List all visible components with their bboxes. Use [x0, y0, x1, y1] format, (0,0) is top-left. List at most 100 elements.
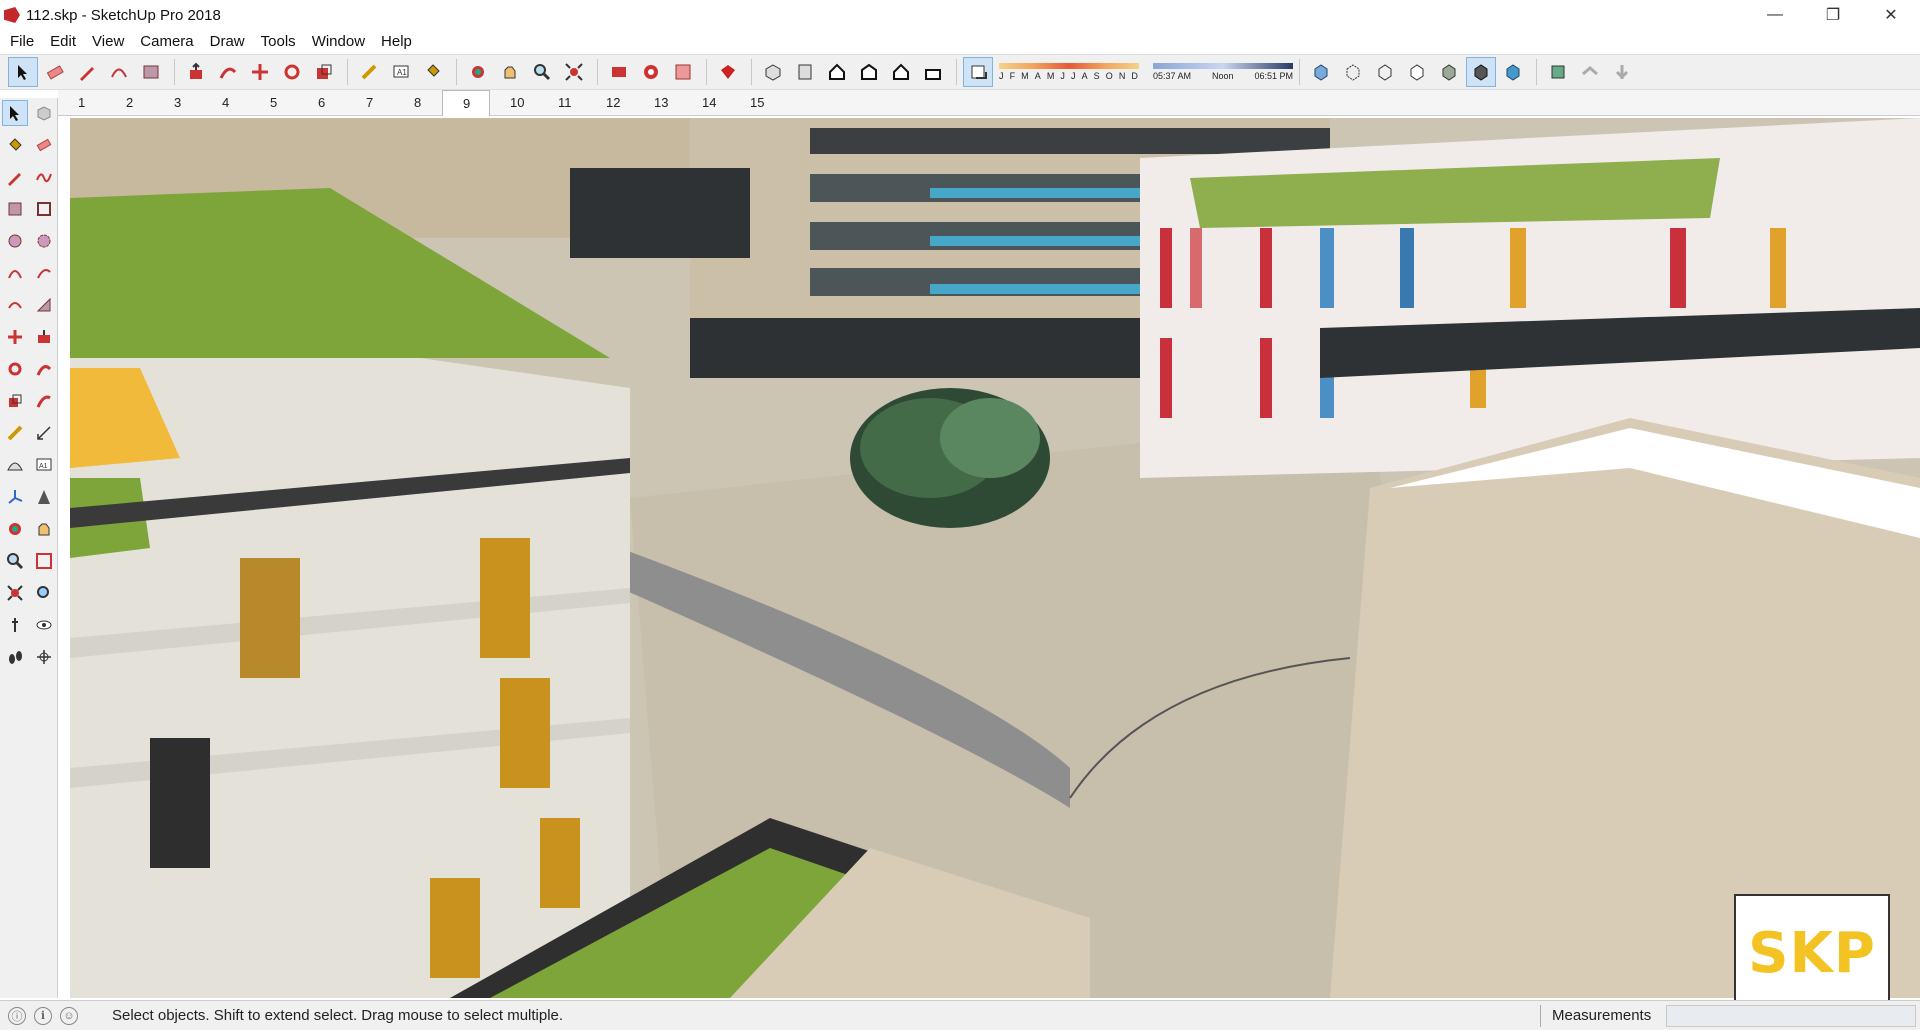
offset-icon[interactable]	[31, 388, 57, 414]
orbit-icon[interactable]	[2, 516, 28, 542]
scene-tab-2[interactable]: 2	[106, 95, 154, 110]
pie-icon[interactable]	[31, 292, 57, 318]
left-view-icon[interactable]	[918, 57, 948, 87]
scene-tab-4[interactable]: 4	[202, 95, 250, 110]
position-camera-icon[interactable]	[2, 612, 28, 638]
monochrome-icon[interactable]	[1498, 57, 1528, 87]
paint-bucket-icon[interactable]	[2, 132, 28, 158]
move-icon[interactable]	[245, 57, 275, 87]
pan-icon[interactable]	[495, 57, 525, 87]
scene-tab-5[interactable]: 5	[250, 95, 298, 110]
menu-draw[interactable]: Draw	[202, 33, 253, 50]
3point-arc-icon[interactable]	[2, 292, 28, 318]
polygon-icon[interactable]	[31, 228, 57, 254]
model-viewport[interactable]	[70, 118, 1920, 998]
tape-measure-icon[interactable]	[354, 57, 384, 87]
rotate-icon[interactable]	[277, 57, 307, 87]
menu-camera[interactable]: Camera	[132, 33, 201, 50]
ruby-icon[interactable]	[713, 57, 743, 87]
credits-icon[interactable]: ℹ	[34, 1006, 52, 1025]
freehand-icon[interactable]	[31, 164, 57, 190]
zoom-extents-icon[interactable]	[559, 57, 589, 87]
move-icon[interactable]	[2, 324, 28, 350]
rectangle-icon[interactable]	[136, 57, 166, 87]
restore-icon[interactable]: ❐	[1804, 0, 1862, 30]
select-icon[interactable]	[2, 100, 28, 126]
scene-tab-11[interactable]: 11	[538, 95, 586, 110]
text-icon[interactable]: A1	[31, 452, 57, 478]
shadow-date-slider[interactable]: J F M A M J J A S O N D	[999, 57, 1139, 87]
push-pull-icon[interactable]	[181, 57, 211, 87]
close-icon[interactable]: ✕	[1862, 0, 1920, 30]
protractor-icon[interactable]	[2, 452, 28, 478]
scene-tab-7[interactable]: 7	[346, 95, 394, 110]
section-plane-icon[interactable]	[1543, 57, 1573, 87]
shadows-toggle-icon[interactable]	[963, 57, 993, 87]
shaded-textures-icon[interactable]	[1466, 57, 1496, 87]
menu-view[interactable]: View	[84, 33, 132, 50]
xray-icon[interactable]	[1306, 57, 1336, 87]
minimize-icon[interactable]: —	[1746, 0, 1804, 30]
back-edges-icon[interactable]	[1338, 57, 1368, 87]
section-cut-icon[interactable]	[1607, 57, 1637, 87]
rotated-rectangle-icon[interactable]	[31, 196, 57, 222]
measurements-input[interactable]	[1666, 1005, 1916, 1027]
2point-arc-icon[interactable]	[31, 260, 57, 286]
user-account-icon[interactable]: ☺	[60, 1006, 78, 1025]
select-icon[interactable]	[8, 57, 38, 87]
section-display-icon[interactable]	[1575, 57, 1605, 87]
section-plane-icon[interactable]	[31, 644, 57, 670]
scene-tab-8[interactable]: 8	[394, 95, 442, 110]
menu-window[interactable]: Window	[304, 33, 373, 50]
scene-tab-14[interactable]: 14	[682, 95, 730, 110]
3d-warehouse-icon[interactable]	[604, 57, 634, 87]
walk-icon[interactable]	[2, 644, 28, 670]
look-around-icon[interactable]	[31, 612, 57, 638]
scene-tab-6[interactable]: 6	[298, 95, 346, 110]
front-view-icon[interactable]	[822, 57, 852, 87]
wireframe-icon[interactable]	[1370, 57, 1400, 87]
geo-location-icon[interactable]: ⓘ	[8, 1006, 26, 1025]
scene-tab-10[interactable]: 10	[490, 95, 538, 110]
extension-warehouse-icon[interactable]	[636, 57, 666, 87]
eraser-icon[interactable]	[40, 57, 70, 87]
text-icon[interactable]: A1	[386, 57, 416, 87]
scene-tab-3[interactable]: 3	[154, 95, 202, 110]
shadow-time-slider[interactable]: 05:37 AM Noon 06:51 PM	[1153, 57, 1293, 87]
zoom-icon[interactable]	[2, 548, 28, 574]
top-view-icon[interactable]	[790, 57, 820, 87]
menu-edit[interactable]: Edit	[42, 33, 84, 50]
rectangle-icon[interactable]	[2, 196, 28, 222]
tape-measure-icon[interactable]	[2, 420, 28, 446]
paint-bucket-icon[interactable]	[418, 57, 448, 87]
menu-tools[interactable]: Tools	[253, 33, 304, 50]
pan-icon[interactable]	[31, 516, 57, 542]
scene-tab-13[interactable]: 13	[634, 95, 682, 110]
follow-me-icon[interactable]	[213, 57, 243, 87]
right-view-icon[interactable]	[854, 57, 884, 87]
axes-icon[interactable]	[2, 484, 28, 510]
3d-text-icon[interactable]	[31, 484, 57, 510]
follow-me-icon[interactable]	[31, 356, 57, 382]
back-view-icon[interactable]	[886, 57, 916, 87]
pencil-icon[interactable]	[2, 164, 28, 190]
zoom-extents-icon[interactable]	[2, 580, 28, 606]
iso-view-icon[interactable]	[758, 57, 788, 87]
scene-tab-9[interactable]: 9	[442, 89, 490, 116]
hidden-line-icon[interactable]	[1402, 57, 1432, 87]
scene-tab-1[interactable]: 1	[58, 95, 106, 110]
scene-tab-12[interactable]: 12	[586, 95, 634, 110]
shaded-icon[interactable]	[1434, 57, 1464, 87]
make-component-icon[interactable]	[31, 100, 57, 126]
previous-view-icon[interactable]	[31, 580, 57, 606]
scale-icon[interactable]	[309, 57, 339, 87]
arc-icon[interactable]	[104, 57, 134, 87]
menu-help[interactable]: Help	[373, 33, 420, 50]
dimension-icon[interactable]	[31, 420, 57, 446]
orbit-icon[interactable]	[463, 57, 493, 87]
zoom-icon[interactable]	[527, 57, 557, 87]
arc-icon[interactable]	[2, 260, 28, 286]
layout-icon[interactable]	[668, 57, 698, 87]
scale-icon[interactable]	[2, 388, 28, 414]
push-pull-icon[interactable]	[31, 324, 57, 350]
